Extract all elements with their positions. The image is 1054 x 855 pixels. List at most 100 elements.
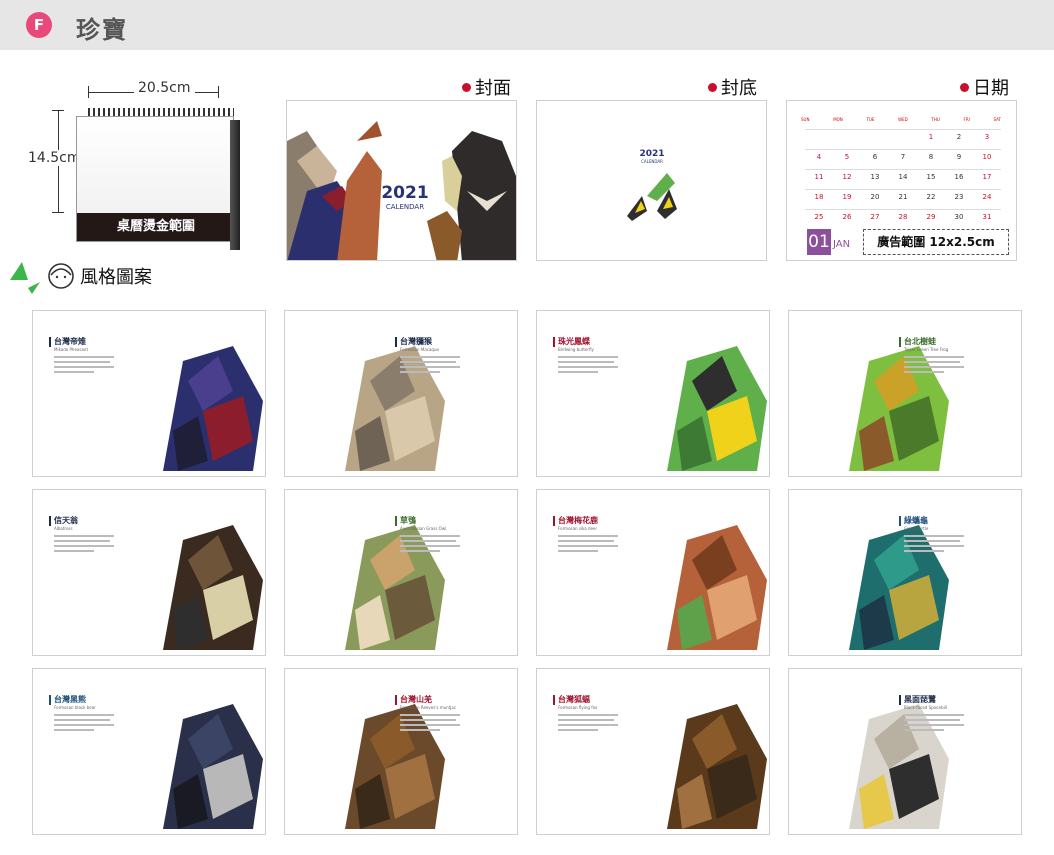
text-line — [558, 545, 618, 547]
text-line — [558, 371, 598, 373]
animal-illustration — [667, 525, 767, 650]
animal-title: 台灣梅花鹿 — [553, 516, 623, 526]
text-line — [54, 366, 114, 368]
cover-illustration — [287, 121, 516, 260]
text-line — [54, 550, 94, 552]
style-panel[interactable]: 台灣帝雉 Mikado Pheasant — [32, 310, 266, 477]
text-line — [54, 545, 114, 547]
animal-caption: 黑面琵鷺 Black-faced Spoonbill — [899, 695, 969, 731]
back-label: 封底 — [708, 74, 757, 100]
text-line — [558, 724, 618, 726]
animal-illustration — [345, 346, 445, 471]
date-label-text: 日期 — [973, 78, 1009, 99]
calendar-day: 27 — [861, 209, 889, 223]
weekday: THU — [931, 117, 940, 122]
style-panel[interactable]: 台灣梅花鹿 Formosan sika deer — [536, 489, 770, 656]
weekday-header: SUN MON TUE WED THU FRI SAT — [801, 117, 1001, 122]
calendar-day: 23 — [945, 189, 973, 203]
calendar-day: 12 — [833, 169, 861, 183]
animal-subtitle: Formosan Reeves's muntjac — [400, 705, 457, 710]
calendar-day — [889, 129, 917, 143]
header-bar: F 珍寶 — [0, 0, 1054, 50]
animal-caption: 信天翁 Albatross — [49, 516, 119, 552]
style-panel[interactable]: 草鴞 Australasian Grass Owl — [284, 489, 518, 656]
text-line — [54, 540, 110, 542]
animal-caption: 台灣黑熊 Formosan black bear — [49, 695, 119, 731]
section-badge: F — [26, 12, 52, 38]
animal-illustration — [667, 346, 767, 471]
style-panel[interactable]: 台北樹蛙 Taipei Green Tree Frog — [788, 310, 1022, 477]
product-page: F 珍寶 20.5cm 14.5cm 桌曆燙金範圍 封面 封底 日期 2021 … — [0, 0, 1054, 855]
animal-illustration — [163, 704, 263, 829]
text-line — [54, 361, 110, 363]
animal-title: 台灣帝雉 — [49, 337, 119, 347]
text-line — [54, 724, 114, 726]
text-line — [558, 356, 618, 358]
style-panel[interactable]: 台灣狐蝠 Formosan flying fox — [536, 668, 770, 835]
animal-illustration — [667, 704, 767, 829]
width-label: 20.5cm — [134, 80, 195, 96]
text-line — [904, 545, 964, 547]
weekday: TUE — [866, 117, 875, 122]
text-line — [904, 356, 964, 358]
calendar-day: 8 — [917, 149, 945, 163]
back-title-block: 2021 CALENDAR — [632, 149, 672, 164]
animal-caption: 綠蠵龜 Green turtle — [899, 516, 969, 552]
text-line — [558, 714, 618, 716]
weekday: SUN — [801, 117, 810, 122]
back-panel[interactable]: 2021 CALENDAR — [536, 100, 767, 261]
style-panel[interactable]: 綠蠵龜 Green turtle — [788, 489, 1022, 656]
cover-year: 2021 — [381, 183, 429, 203]
animal-subtitle: Australasian Grass Owl — [400, 526, 447, 531]
animal-illustration — [163, 346, 263, 471]
text-line — [400, 724, 460, 726]
animal-subtitle: Albatross — [54, 526, 73, 531]
text-line — [54, 371, 94, 373]
style-panel[interactable]: 台灣獼猴 Formosan Macaque — [284, 310, 518, 477]
animal-caption: 草鴞 Australasian Grass Owl — [395, 516, 465, 552]
calendar-day: 13 — [861, 169, 889, 183]
animal-subtitle: Formosan Macaque — [400, 347, 439, 352]
calendar-day: 21 — [889, 189, 917, 203]
text-line — [904, 714, 964, 716]
text-line — [904, 729, 944, 731]
cover-panel[interactable]: 2021 CALENDAR — [286, 100, 517, 261]
text-line — [558, 719, 614, 721]
animal-title: 信天翁 — [49, 516, 119, 526]
cover-subtitle: CALENDAR — [385, 203, 425, 211]
calendar-day: 14 — [889, 169, 917, 183]
text-line — [904, 719, 960, 721]
weekday: SAT — [993, 117, 1001, 122]
text-line — [400, 719, 456, 721]
animal-title: 台灣狐蝠 — [553, 695, 623, 705]
calendar-day: 22 — [917, 189, 945, 203]
animal-title: 台灣獼猴 — [395, 337, 465, 347]
animal-title: 黑面琵鷺 — [899, 695, 969, 705]
calendar-day — [861, 129, 889, 143]
style-panel[interactable]: 信天翁 Albatross — [32, 489, 266, 656]
style-panel[interactable]: 台灣山羌 Formosan Reeves's muntjac — [284, 668, 518, 835]
month-number: 01 — [807, 229, 831, 255]
style-panel[interactable]: 黑面琵鷺 Black-faced Spoonbill — [788, 668, 1022, 835]
date-panel[interactable]: SUN MON TUE WED THU FRI SAT 1 2 3 4 5 6 7 8 9 10 1… — [786, 100, 1017, 261]
style-panel[interactable]: 珠光鳳蝶 Birdwing butterfly — [536, 310, 770, 477]
calendar-day: 6 — [861, 149, 889, 163]
animal-illustration — [345, 704, 445, 829]
calendar-day — [805, 129, 833, 143]
calendar-grid: 1 2 3 4 5 6 7 8 9 10 11 12 13 14 15 16 17 18 19 20 21 22 23 24 2… — [805, 129, 1001, 223]
text-line — [400, 366, 460, 368]
text-line — [400, 545, 460, 547]
text-line — [400, 729, 440, 731]
text-line — [400, 356, 460, 358]
animal-illustration — [163, 525, 263, 650]
back-label-text: 封底 — [721, 78, 757, 99]
calendar-day: 17 — [973, 169, 1001, 183]
text-line — [904, 724, 964, 726]
animal-illustration — [849, 346, 949, 471]
text-line — [904, 540, 960, 542]
calendar-day: 10 — [973, 149, 1001, 163]
style-panel[interactable]: 台灣黑熊 Formosan black bear — [32, 668, 266, 835]
calendar-day: 30 — [945, 209, 973, 223]
style-label: 風格圖案 — [6, 258, 152, 294]
back-butterfly-illustration — [627, 173, 677, 221]
